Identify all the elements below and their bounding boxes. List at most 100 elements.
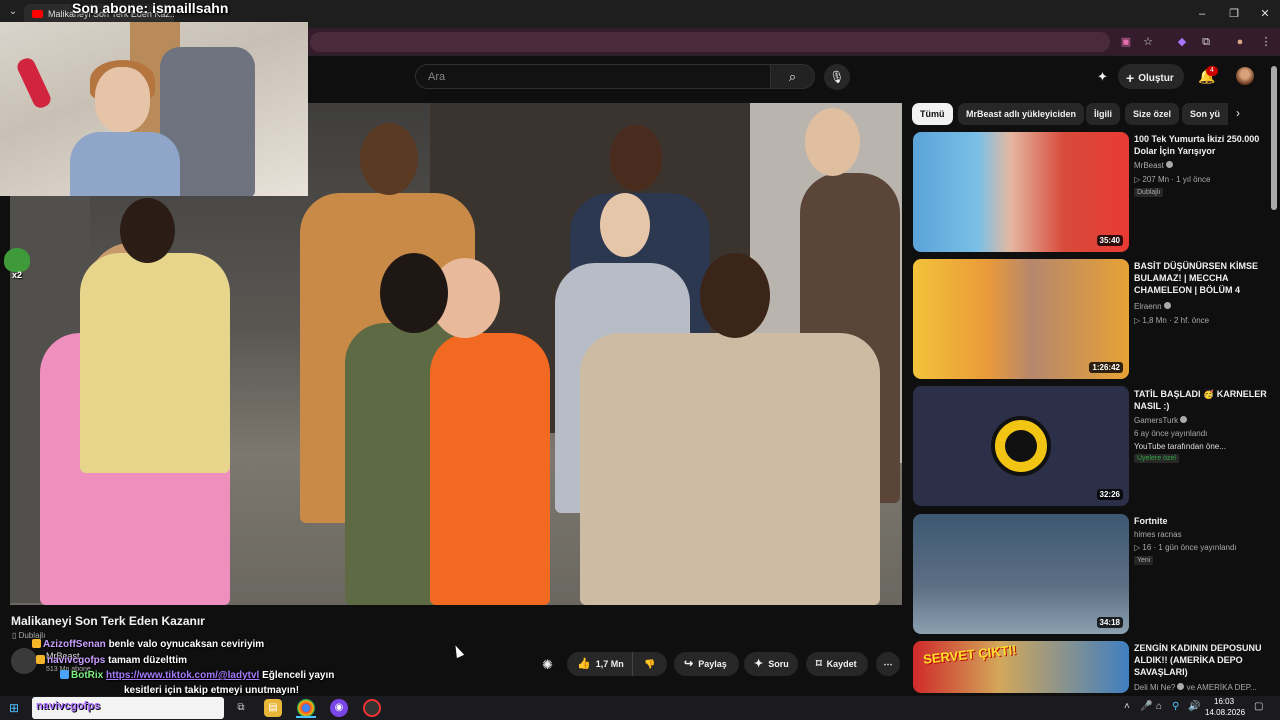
video-person-head: [120, 198, 175, 263]
subscriber-banner: Son abone: ismaillsahn: [72, 0, 229, 16]
more-icon: ⋯: [883, 659, 893, 669]
streamer-body: [70, 132, 180, 196]
channel-avatar[interactable]: [11, 648, 37, 674]
video-duration: 1:26:42: [1089, 362, 1123, 373]
rec-thumbnail[interactable]: 1:26:42: [913, 259, 1129, 379]
tray-location-icon[interactable]: ⚲: [1172, 701, 1179, 712]
chip-related[interactable]: İlgili: [1086, 103, 1120, 125]
browser-menu-icon[interactable]: ⋮: [1258, 34, 1274, 50]
video-person: [430, 333, 550, 605]
mic-icon: 🎙: [829, 70, 845, 84]
profile-icon[interactable]: ●: [1232, 34, 1248, 50]
taskbar-search-text: navivcgofps: [36, 700, 101, 712]
search-input[interactable]: Ara: [415, 64, 771, 89]
close-button[interactable]: ✕: [1250, 4, 1280, 24]
voice-search-button[interactable]: 🎙: [824, 64, 850, 90]
chat-text: Eğlenceli yayın: [262, 670, 335, 681]
bot-badge-icon: [60, 670, 69, 679]
like-button[interactable]: 👍 1,7 Mn: [567, 652, 633, 676]
file-explorer-icon[interactable]: ▤: [264, 699, 282, 717]
share-button[interactable]: ↪ Paylaş: [674, 652, 739, 676]
rec-thumbnail[interactable]: 34:18: [913, 514, 1129, 634]
ask-label: Soru: [768, 659, 789, 669]
like-dislike-group: 👍 1,7 Mn 👎: [567, 652, 667, 676]
chip-all[interactable]: Tümü: [912, 103, 953, 125]
sparkle-icon: ✦: [754, 658, 764, 670]
rec-thumbnail[interactable]: 32:26: [913, 386, 1129, 506]
tray-mic-icon[interactable]: 🎤: [1140, 701, 1152, 712]
chip-from-mrbeast[interactable]: MrBeast adlı yükleyiciden: [958, 103, 1085, 125]
ai-sparkle-icon[interactable]: ✺: [542, 657, 553, 673]
rec-channel[interactable]: MrBeast: [1134, 161, 1173, 170]
dislike-button[interactable]: 👎: [633, 652, 667, 676]
tab-search-icon[interactable]: ⌄: [5, 6, 21, 22]
cast-icon[interactable]: ▣: [1118, 34, 1134, 50]
rec-views: 1,8 Mn: [1142, 316, 1167, 325]
save-button[interactable]: ⌑ Kaydet: [806, 652, 868, 676]
rec-channel[interactable]: GamersTurk: [1134, 416, 1188, 425]
rec-title[interactable]: Fortnite: [1134, 515, 1274, 527]
rec-channel[interactable]: Deli Mi Ne? ve AMERİKA DEP...: [1134, 683, 1257, 692]
rec-meta: 6 ay önce yayınlandı: [1134, 429, 1208, 438]
chrome-icon[interactable]: [297, 699, 315, 717]
account-avatar[interactable]: [1236, 67, 1254, 85]
streamer-webcam: [0, 22, 308, 196]
chat-username: AzizoffSenan: [43, 639, 106, 650]
chip-recent[interactable]: Son yü: [1182, 103, 1228, 125]
address-bar[interactable]: [310, 32, 1110, 52]
extensions-puzzle-icon[interactable]: ⧉: [1198, 34, 1214, 50]
rec-featured-note: YouTube tarafından öne...: [1134, 442, 1226, 451]
tray-volume-icon[interactable]: 🔊: [1188, 701, 1200, 712]
windows-start-icon[interactable]: ⊞: [9, 701, 19, 715]
like-count: 1,7 Mn: [595, 659, 624, 669]
youtube-favicon-icon: [32, 10, 43, 18]
tray-overflow-icon[interactable]: ˄: [1124, 701, 1130, 712]
chat-username: BotRix: [71, 670, 104, 681]
rec-title[interactable]: 100 Tek Yumurta İkizi 250.000 Dolar İçin…: [1134, 133, 1274, 157]
video-duration: 32:26: [1096, 489, 1123, 500]
task-view-icon[interactable]: ⧉: [232, 699, 250, 717]
ask-button[interactable]: ✦ Soru: [744, 652, 798, 676]
rec-title[interactable]: TATİL BAŞLADI 🥳 KARNELER NASIL :): [1134, 388, 1274, 412]
obs-icon[interactable]: ◉: [330, 699, 348, 717]
rec-channel-name: GamersTurk: [1134, 416, 1179, 425]
video-person-head: [380, 253, 448, 333]
notification-center-icon[interactable]: ▢: [1254, 701, 1263, 712]
search-icon: ⌕: [788, 69, 797, 84]
tray-network-icon[interactable]: ⌂: [1156, 701, 1162, 712]
share-label: Paylaş: [698, 659, 727, 669]
chat-badge-icon: [32, 639, 41, 648]
bookmark-star-icon[interactable]: ☆: [1140, 34, 1156, 50]
search-button[interactable]: ⌕: [771, 64, 815, 89]
taskbar-clock-date[interactable]: 14.08.2026: [1205, 708, 1245, 717]
rec-title[interactable]: ZENGİN KADININ DEPOSUNU ALDIK!! (AMERİKA…: [1134, 642, 1274, 678]
rec-channel[interactable]: Elraenn: [1134, 302, 1171, 311]
chip-for-you[interactable]: Size özel: [1125, 103, 1180, 125]
minimize-button[interactable]: –: [1187, 4, 1217, 24]
rec-title[interactable]: BASİT DÜŞÜNÜRSEN KİMSE BULAMAZ! | MECCHA…: [1134, 260, 1274, 296]
maximize-button[interactable]: ❐: [1219, 4, 1249, 24]
thumbs-down-icon: 👎: [644, 659, 656, 669]
verified-icon: [1177, 683, 1185, 690]
chat-badge-icon: [36, 655, 45, 664]
chat-message: BotRix https://www.tiktok.com/@ladytvl E…: [60, 670, 334, 681]
rec-thumbnail[interactable]: SERVET ÇIKTI!: [913, 641, 1129, 693]
shorts-icon[interactable]: ✦: [1097, 69, 1108, 85]
microphone-icon: [14, 55, 54, 111]
taskbar-clock-time[interactable]: 16:03: [1214, 697, 1234, 706]
rec-meta: ▷ 207 Mn · 1 yıl önce: [1134, 175, 1211, 184]
plus-icon: +: [1126, 70, 1135, 86]
rec-channel[interactable]: himes racnas: [1134, 530, 1182, 539]
emote-count: x2: [12, 270, 23, 280]
video-person-head: [360, 123, 418, 195]
rec-thumbnail[interactable]: 35:40: [913, 132, 1129, 252]
rec-age: 2 hf. önce: [1173, 316, 1210, 325]
create-button[interactable]: + Oluştur: [1118, 64, 1184, 89]
page-scrollbar[interactable]: [1271, 66, 1277, 210]
chevron-right-icon[interactable]: ›: [1236, 106, 1240, 120]
more-actions-button[interactable]: ⋯: [876, 652, 900, 676]
chat-username: navivcgofps: [47, 655, 106, 666]
chat-link[interactable]: https://www.tiktok.com/@ladytvl: [106, 670, 259, 681]
extension-icon[interactable]: ◆: [1174, 34, 1190, 50]
recording-app-icon[interactable]: [363, 699, 381, 717]
